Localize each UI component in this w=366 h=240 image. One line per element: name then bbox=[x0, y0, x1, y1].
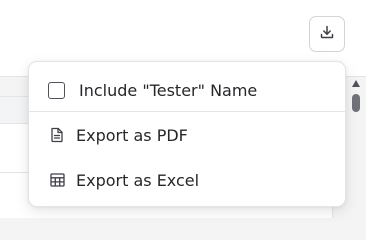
export-excel-item[interactable]: Export as Excel bbox=[29, 163, 345, 197]
vertical-scrollbar[interactable] bbox=[352, 80, 362, 217]
include-tester-option[interactable]: Include "Tester" Name bbox=[29, 72, 345, 108]
download-button[interactable] bbox=[309, 16, 345, 52]
export-excel-label: Export as Excel bbox=[76, 170, 200, 190]
export-pdf-item[interactable]: Export as PDF bbox=[29, 118, 345, 152]
menu-divider bbox=[29, 111, 345, 112]
include-tester-label: Include "Tester" Name bbox=[79, 80, 258, 100]
download-icon bbox=[319, 24, 335, 44]
scrollbar-thumb[interactable] bbox=[352, 94, 360, 112]
table-icon bbox=[49, 172, 65, 188]
include-tester-checkbox[interactable] bbox=[48, 81, 65, 99]
file-text-icon bbox=[49, 127, 65, 143]
export-dropdown-menu: Include "Tester" Name Export as PDF Expo… bbox=[28, 61, 346, 207]
scroll-up-arrow[interactable] bbox=[352, 80, 360, 87]
export-pdf-label: Export as PDF bbox=[76, 125, 188, 145]
